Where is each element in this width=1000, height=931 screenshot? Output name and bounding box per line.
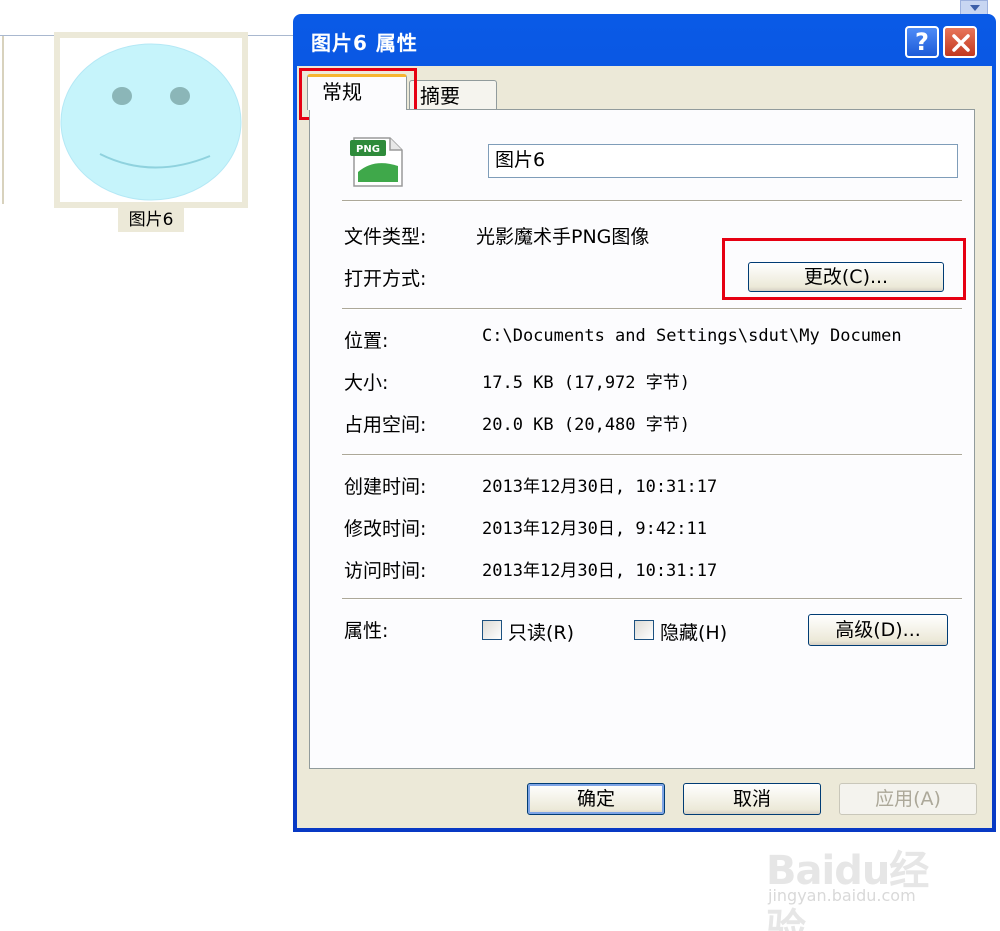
open-with-label: 打开方式:	[344, 268, 427, 290]
attributes-label: 属性:	[344, 620, 389, 642]
created-value: 2013年12月30日, 10:31:17	[482, 477, 718, 497]
accessed-label: 访问时间:	[344, 560, 427, 582]
question-icon: ?	[915, 28, 929, 56]
created-label: 创建时间:	[344, 476, 427, 498]
png-icon-text: PNG	[356, 144, 380, 155]
tab-general-label: 常规	[322, 80, 362, 104]
location-label: 位置:	[344, 330, 389, 352]
size-value: 17.5 KB (17,972 字节)	[482, 373, 690, 393]
smiley-face-image	[60, 43, 242, 201]
png-file-icon: PNG	[350, 137, 403, 187]
separator-1	[342, 200, 962, 202]
previous-thumbnail-edge	[0, 36, 4, 204]
watermark-logo: Baidu经验	[766, 848, 929, 931]
readonly-label[interactable]: 只读(R)	[508, 618, 574, 645]
separator-3	[342, 454, 962, 456]
tab-summary-label: 摘要	[420, 84, 460, 108]
disk-size-value: 20.0 KB (20,480 字节)	[482, 415, 690, 435]
dialog-title: 图片6 属性	[311, 31, 418, 55]
help-button[interactable]: ?	[905, 26, 939, 58]
file-name-field[interactable]: 图片6	[488, 144, 958, 178]
cancel-button[interactable]: 取消	[683, 783, 821, 815]
modified-value: 2013年12月30日, 9:42:11	[482, 519, 707, 539]
file-type-value: 光影魔术手PNG图像	[476, 226, 650, 248]
close-icon	[952, 34, 970, 52]
separator-2	[342, 308, 962, 310]
watermark-url: jingyan.baidu.com	[768, 886, 916, 905]
apply-button: 应用(A)	[839, 783, 977, 815]
hidden-checkbox[interactable]	[634, 620, 654, 640]
tab-general[interactable]: 常规	[307, 74, 407, 110]
explorer-header-strip	[0, 0, 300, 36]
tab-summary[interactable]: 摘要	[409, 80, 497, 112]
change-button-highlight-box	[722, 238, 966, 300]
close-button[interactable]	[943, 26, 977, 58]
size-label: 大小:	[344, 372, 389, 394]
advanced-button[interactable]: 高级(D)...	[808, 614, 948, 646]
properties-dialog: 图片6 属性 ? 常规 摘要 PNG 图片6 文件类型: 光影魔术手PNG图像 …	[293, 14, 996, 832]
separator-4	[342, 598, 962, 600]
hidden-label[interactable]: 隐藏(H)	[660, 618, 727, 645]
thumbnail-label[interactable]: 图片6	[118, 208, 184, 232]
disk-size-label: 占用空间:	[344, 414, 427, 436]
dialog-client-area: 常规 摘要 PNG 图片6 文件类型: 光影魔术手PNG图像 打开方式: 更改(…	[297, 66, 992, 828]
readonly-checkbox[interactable]	[482, 620, 502, 640]
file-type-label: 文件类型:	[344, 226, 427, 248]
ok-button[interactable]: 确定	[527, 783, 665, 815]
baidu-watermark: Baidu经验 jingyan.baidu.com	[766, 826, 966, 931]
accessed-value: 2013年12月30日, 10:31:17	[482, 561, 718, 581]
general-tab-panel: PNG 图片6 文件类型: 光影魔术手PNG图像 打开方式: 更改(C)... …	[309, 109, 975, 769]
dialog-titlebar[interactable]: 图片6 属性 ?	[297, 14, 992, 66]
modified-label: 修改时间:	[344, 518, 427, 540]
file-thumbnail[interactable]	[54, 32, 248, 208]
location-value: C:\Documents and Settings\sdut\My Docume…	[482, 326, 902, 346]
